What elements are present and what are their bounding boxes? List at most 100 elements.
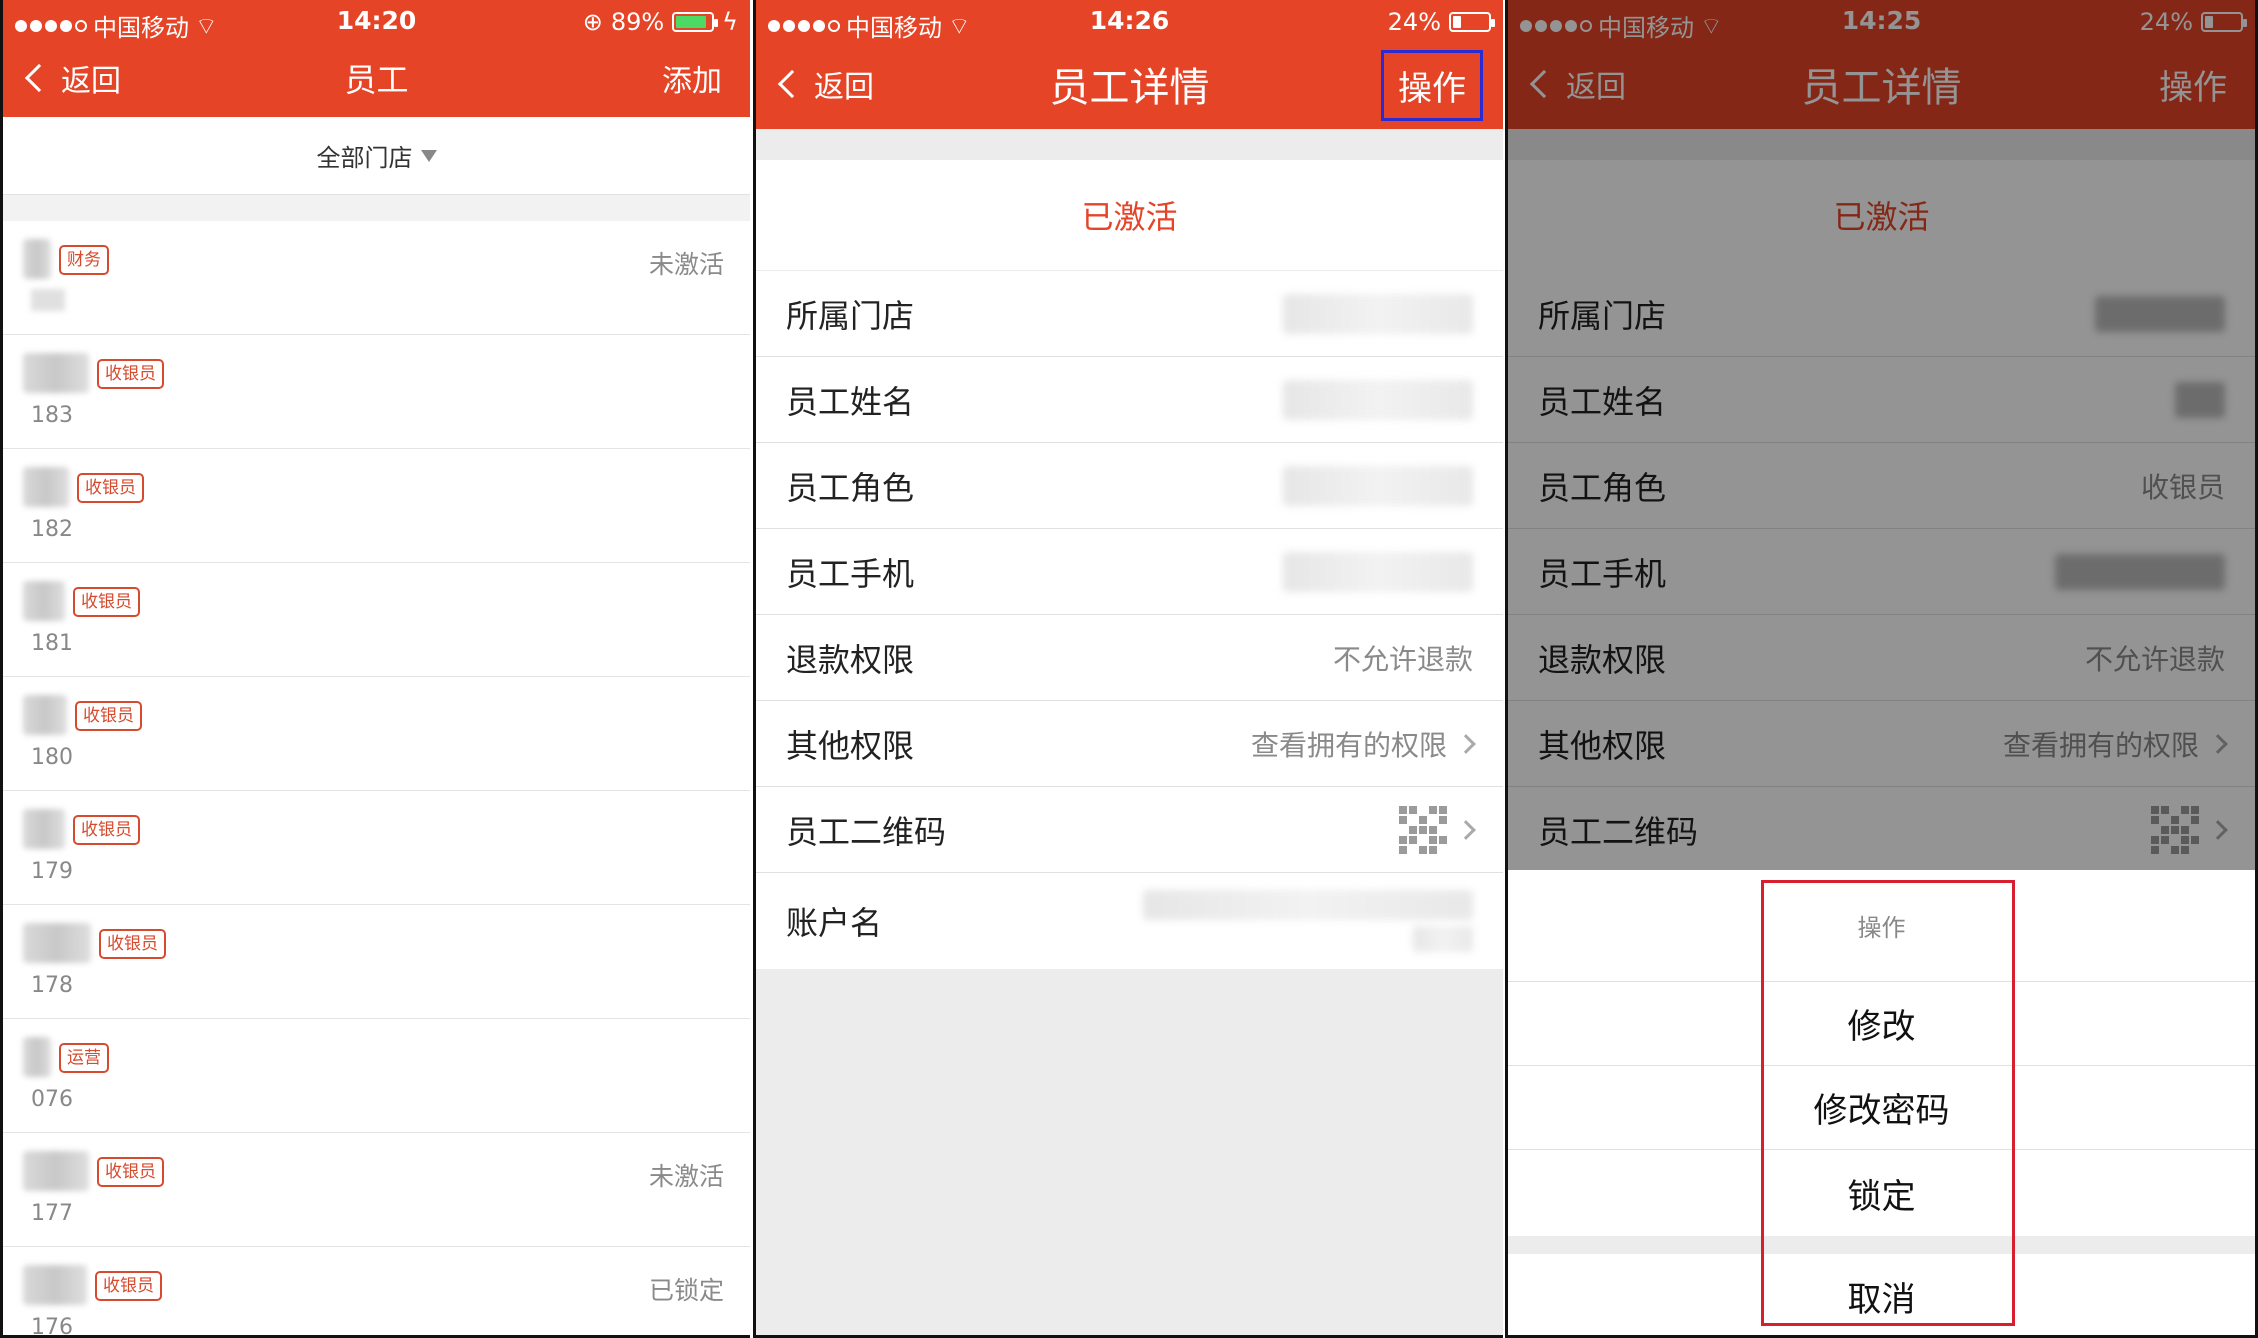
employee-name-blurred (23, 581, 65, 621)
employee-name-blurred (23, 1265, 87, 1305)
chevron-right-icon (1456, 819, 1476, 840)
row-store: 所属门店 (756, 271, 1503, 357)
name-value (1283, 379, 1473, 420)
role-tag: 收银员 (95, 1271, 162, 1301)
phone-value (1283, 551, 1473, 592)
role-tag: 收银员 (97, 1157, 164, 1187)
role-tag: 财务 (59, 245, 109, 275)
role-tag: 收银员 (77, 473, 144, 503)
employee-row[interactable]: 收银员 179 (3, 791, 750, 905)
employee-row[interactable]: 收银员 177 未激活 (3, 1133, 750, 1247)
screenshot-collage: 中国移动 ⌔ 14:20 ⊕ 89% ϟ 返回 员工 添加 全部门店 财务 未激… (0, 0, 2258, 1338)
qrcode-value (1399, 805, 1476, 854)
employee-row[interactable]: 收银员 180 (3, 677, 750, 791)
employee-name-blurred (23, 1037, 51, 1077)
chevron-right-icon (1456, 733, 1476, 754)
row-name: 员工姓名 (756, 357, 1503, 443)
employee-number: 176 (31, 1315, 73, 1338)
back-label: 返回 (61, 64, 121, 99)
employee-name-blurred (23, 353, 89, 393)
battery-percent: 24% (1387, 8, 1441, 36)
employee-number: 181 (31, 631, 73, 656)
employee-detail-action-sheet-screen: 中国移动 ⌔ 14:25 24% 返回 员工详情 操作 已激活 所属门店 员工姓… (1505, 0, 2258, 1338)
back-label: 返回 (814, 70, 874, 105)
status-right: 24% (1387, 8, 1495, 36)
header: 中国移动 ⌔ 14:26 24% 返回 员工详情 操作 (756, 0, 1503, 129)
employee-row[interactable]: 收银员 182 (3, 449, 750, 563)
employee-name-blurred (23, 923, 91, 963)
employee-status: 未激活 (648, 1162, 724, 1191)
section-gap (3, 195, 750, 221)
modal-dim-overlay[interactable] (1508, 0, 2255, 870)
account-label: 账户名 (786, 904, 883, 942)
page-title: 员工详情 (1049, 65, 1210, 111)
role-tag: 收银员 (73, 815, 140, 845)
role-tag: 收银员 (97, 359, 164, 389)
status-bar: 中国移动 ⌔ 14:26 24% (756, 0, 1503, 42)
account-value (1143, 890, 1473, 952)
row-qrcode[interactable]: 员工二维码 (756, 787, 1503, 873)
employee-list-screen: 中国移动 ⌔ 14:20 ⊕ 89% ϟ 返回 员工 添加 全部门店 财务 未激… (0, 0, 750, 1338)
employee-row[interactable]: 收银员 178 (3, 905, 750, 1019)
employee-name-blurred (23, 239, 51, 279)
phone-label: 员工手机 (786, 554, 915, 593)
add-button[interactable]: 添加 (662, 56, 722, 100)
employee-status: 已锁定 (648, 1276, 724, 1305)
employee-row[interactable]: 运营 076 (3, 1019, 750, 1133)
store-filter-dropdown[interactable]: 全部门店 (3, 117, 750, 195)
employee-number: 177 (31, 1201, 73, 1226)
highlight-frame (1761, 880, 2015, 1326)
employee-number: 180 (31, 745, 73, 770)
chevron-left-icon (777, 69, 807, 99)
qrcode-label: 员工二维码 (786, 812, 947, 851)
row-refund: 退款权限 不允许退款 (756, 615, 1503, 701)
role-label: 员工角色 (786, 468, 915, 507)
other-permissions-label: 其他权限 (786, 726, 915, 765)
role-tag: 运营 (59, 1043, 109, 1073)
chevron-left-icon (24, 63, 54, 93)
dropdown-triangle-icon (420, 149, 437, 162)
role-tag: 收银员 (73, 587, 140, 617)
row-phone: 员工手机 (756, 529, 1503, 615)
detail-list: 所属门店 员工姓名 员工角色 员工手机 退款权限 不允许退款 其他权限 查看拥有的权… (756, 271, 1503, 969)
store-label: 所属门店 (786, 296, 915, 335)
employee-number: 076 (31, 1087, 73, 1112)
status-bar: 中国移动 ⌔ 14:20 ⊕ 89% ϟ (3, 0, 750, 42)
employee-row[interactable]: 财务 未激活 (3, 221, 750, 335)
status-right: ⊕ 89% ϟ (583, 8, 738, 36)
employee-status: 未激活 (648, 250, 724, 279)
battery-icon (1449, 12, 1495, 32)
page-title: 员工 (344, 61, 409, 99)
row-role: 员工角色 (756, 443, 1503, 529)
employee-number: 183 (31, 403, 73, 428)
employee-name-blurred (23, 809, 65, 849)
employee-detail-screen: 中国移动 ⌔ 14:26 24% 返回 员工详情 操作 已激活 所属门店 员工姓… (753, 0, 1503, 1338)
activation-status: 已激活 (756, 160, 1503, 270)
role-tag: 收银员 (99, 929, 166, 959)
employee-name-blurred (23, 695, 67, 735)
employee-number: 179 (31, 859, 73, 884)
header: 中国移动 ⌔ 14:20 ⊕ 89% ϟ 返回 员工 添加 (3, 0, 750, 117)
back-button[interactable]: 返回 (24, 56, 121, 100)
charging-icon: ϟ (722, 8, 738, 36)
store-value (1283, 293, 1473, 334)
row-other-permissions[interactable]: 其他权限 查看拥有的权限 (756, 701, 1503, 787)
nav-bar: 返回 员工详情 操作 (756, 46, 1503, 122)
employee-list: 财务 未激活 收银员 183 收银员 182 收银员 181 收银员 180 收银员 179 收银员 17… (3, 221, 750, 1338)
employee-number (31, 289, 65, 311)
back-button[interactable]: 返回 (777, 62, 874, 106)
employee-row[interactable]: 收银员 183 (3, 335, 750, 449)
qrcode-icon (1399, 805, 1447, 854)
battery-percent: 89% (610, 8, 665, 36)
other-permissions-value: 查看拥有的权限 (1251, 724, 1476, 764)
employee-number: 182 (31, 517, 73, 542)
employee-name-blurred (23, 467, 69, 507)
refund-label: 退款权限 (786, 640, 915, 679)
action-button[interactable]: 操作 (1381, 50, 1483, 121)
employee-name-blurred (23, 1151, 89, 1191)
employee-row[interactable]: 收银员 176 已锁定 (3, 1247, 750, 1338)
employee-number: 178 (31, 973, 73, 998)
battery-icon (672, 12, 719, 32)
employee-row[interactable]: 收银员 181 (3, 563, 750, 677)
row-account: 账户名 (756, 873, 1503, 969)
